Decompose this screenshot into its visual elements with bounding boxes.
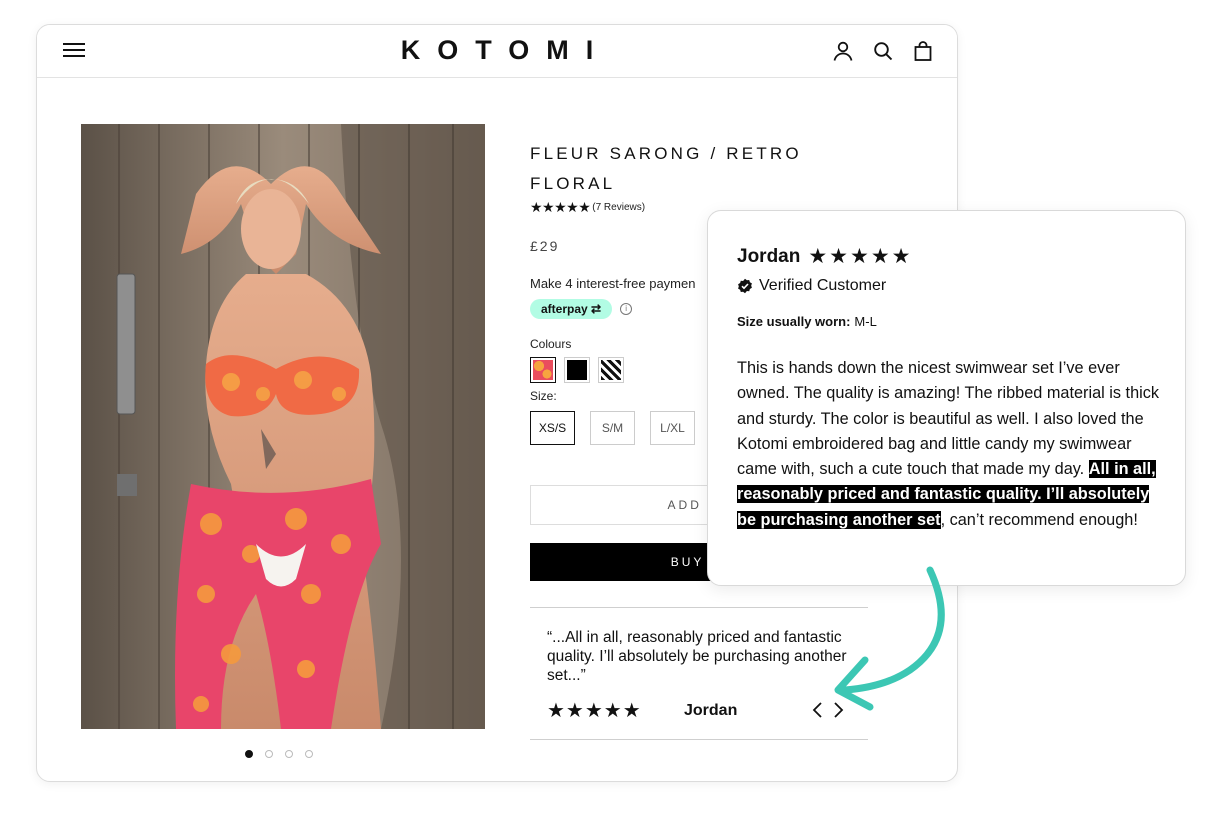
- swatch-retro-floral[interactable]: [530, 357, 556, 383]
- gallery-dot[interactable]: [285, 750, 293, 758]
- site-logo[interactable]: KOTOMI: [37, 35, 957, 66]
- gallery-dot[interactable]: [265, 750, 273, 758]
- site-header: KOTOMI: [37, 25, 957, 78]
- review-body-end: , can’t recommend enough!: [940, 510, 1138, 529]
- afterpay-logo-icon: ⇄: [587, 302, 602, 316]
- swatch-zebra[interactable]: [598, 357, 624, 383]
- size-option-l-xl[interactable]: L/XL: [650, 411, 695, 445]
- chevron-right-icon[interactable]: [832, 700, 846, 720]
- swatch-black[interactable]: [564, 357, 590, 383]
- review-body: This is hands down the nicest swimwear s…: [737, 356, 1165, 533]
- search-icon[interactable]: [871, 39, 895, 63]
- verified-badge: Verified Customer: [737, 277, 886, 295]
- size-option-xs-s[interactable]: XS/S: [530, 411, 575, 445]
- size-option-s-m[interactable]: S/M: [590, 411, 635, 445]
- size-worn-label: Size usually worn:: [737, 314, 851, 329]
- review-snippet: “...All in all, reasonably priced and fa…: [530, 607, 868, 740]
- verified-label: Verified Customer: [759, 277, 887, 294]
- afterpay-label: afterpay: [541, 302, 588, 316]
- product-photo: [81, 124, 485, 729]
- snippet-stars: ★★★★★: [547, 700, 642, 722]
- chevron-left-icon[interactable]: [810, 700, 824, 720]
- info-icon[interactable]: i: [620, 303, 633, 315]
- gallery-dot[interactable]: [305, 750, 313, 758]
- review-header: Jordan ★★★★★: [737, 244, 913, 269]
- product-title: FLEUR SARONG / RETRO FLORAL: [530, 144, 802, 193]
- afterpay-badge[interactable]: afterpay ⇄: [530, 299, 613, 319]
- account-icon[interactable]: [831, 39, 855, 63]
- reviews-count[interactable]: (7 Reviews): [592, 202, 645, 213]
- size-worn-value: M-L: [854, 314, 877, 329]
- rating-stars: ★★★★★: [530, 199, 591, 215]
- header-actions: [831, 39, 935, 63]
- gallery-dot[interactable]: [245, 750, 253, 758]
- bag-icon[interactable]: [911, 39, 935, 63]
- snippet-quote: “...All in all, reasonably priced and fa…: [547, 629, 847, 684]
- product-image[interactable]: [81, 124, 485, 729]
- review-card: Jordan ★★★★★ Verified Customer Size usua…: [707, 210, 1186, 586]
- review-author: Jordan: [737, 245, 801, 267]
- snippet-nav: [810, 700, 846, 720]
- snippet-author: Jordan: [684, 702, 738, 719]
- size-worn: Size usually worn: M-L: [737, 314, 877, 329]
- verified-check-icon: [738, 278, 752, 294]
- review-stars: ★★★★★: [808, 245, 913, 268]
- gallery-dots: [245, 750, 313, 758]
